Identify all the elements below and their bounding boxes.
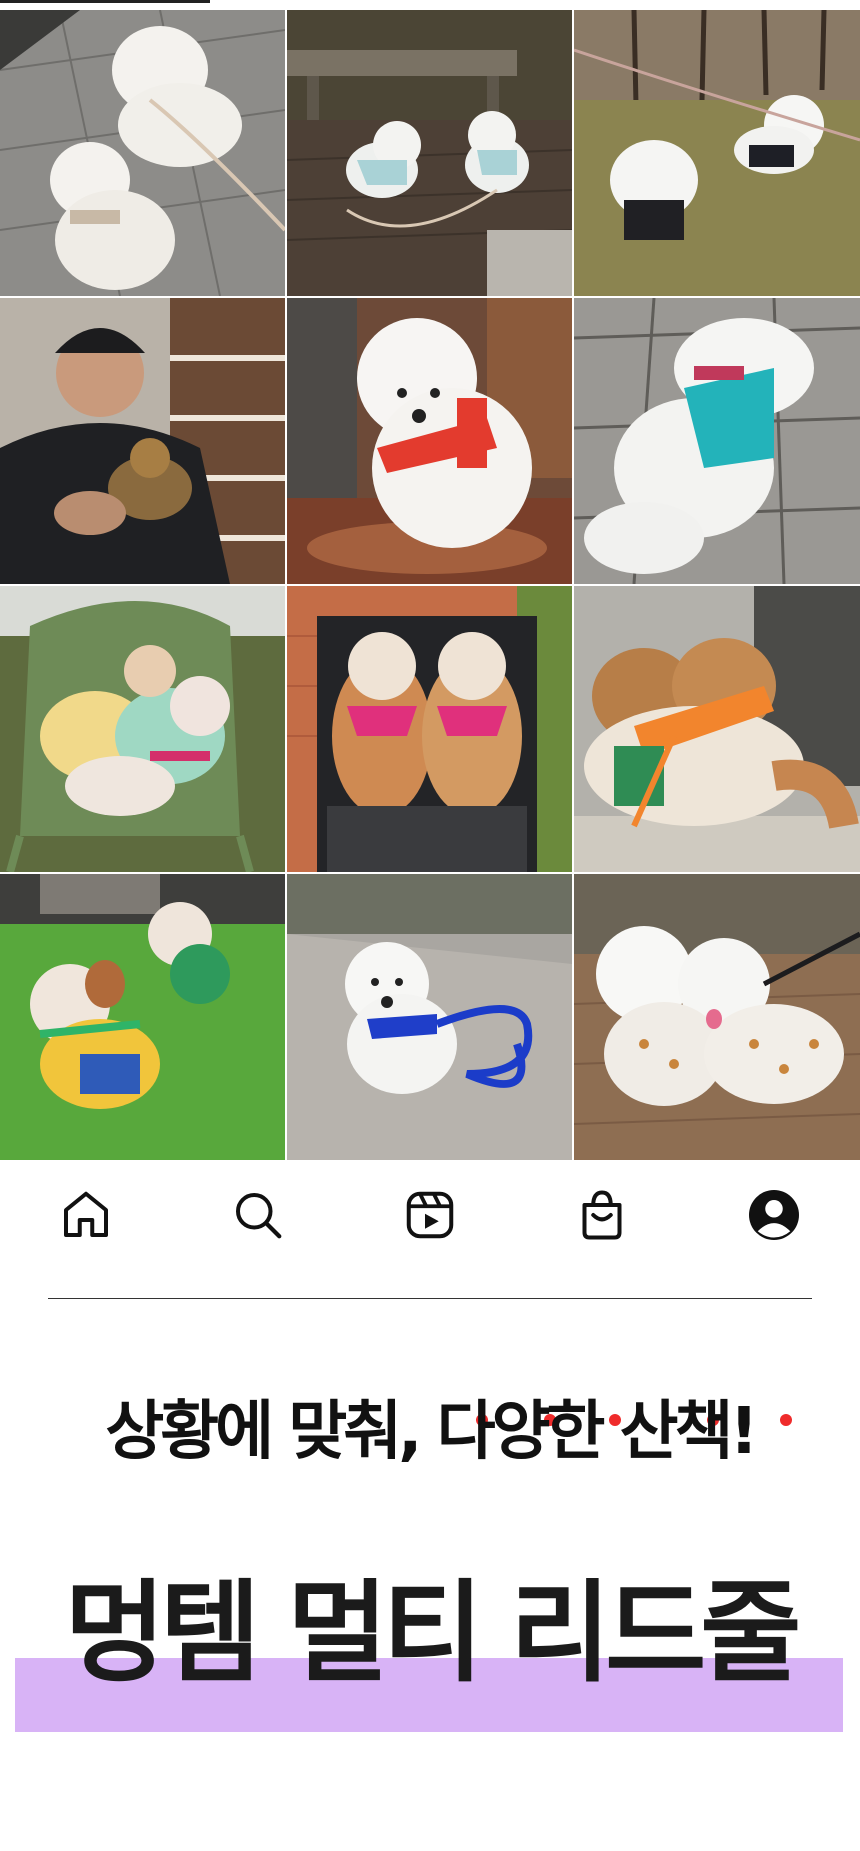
nav-search[interactable]	[226, 1183, 290, 1247]
product-title: 멍템 멀티 리드줄	[64, 1569, 802, 1697]
photo-bichons-printed-outfits[interactable]	[574, 874, 860, 1160]
home-icon	[64, 1191, 108, 1237]
nav-profile[interactable]	[742, 1183, 806, 1247]
headline-container: 상황에 맞춰, 다양한 산책!	[0, 1400, 860, 1464]
photo-dogs-on-green-chair[interactable]	[0, 586, 285, 872]
title-container: 멍템 멀티 리드줄	[0, 1578, 860, 1688]
photo-bichons-on-deck[interactable]	[287, 10, 572, 296]
photo-shih-tzus-in-stroller[interactable]	[287, 586, 572, 872]
shopping-bag-icon	[582, 1190, 622, 1240]
photo-bichon-red-harness[interactable]	[287, 298, 572, 584]
profile-icon	[749, 1190, 799, 1240]
divider	[48, 1298, 812, 1299]
photo-bichons-on-grass[interactable]	[574, 10, 860, 296]
photo-two-bichons-on-pavement[interactable]	[0, 10, 285, 296]
photo-grid	[0, 10, 860, 1160]
photo-bichon-blue-leash[interactable]	[287, 874, 572, 1160]
nav-shop[interactable]	[570, 1183, 634, 1247]
photo-man-holding-yorkie[interactable]	[0, 298, 285, 584]
photo-shih-tzus-orange-harness[interactable]	[574, 586, 860, 872]
bottom-navigation	[0, 1165, 860, 1265]
search-icon	[236, 1193, 282, 1239]
top-strip	[0, 0, 210, 3]
nav-home[interactable]	[54, 1183, 118, 1247]
nav-reels[interactable]	[398, 1183, 462, 1247]
headline: 상황에 맞춰, 다양한 산책!	[105, 1395, 758, 1469]
photo-shih-tzus-on-lawn[interactable]	[0, 874, 285, 1160]
photo-bichon-teal-shirt[interactable]	[574, 298, 860, 584]
reels-icon	[406, 1191, 454, 1239]
